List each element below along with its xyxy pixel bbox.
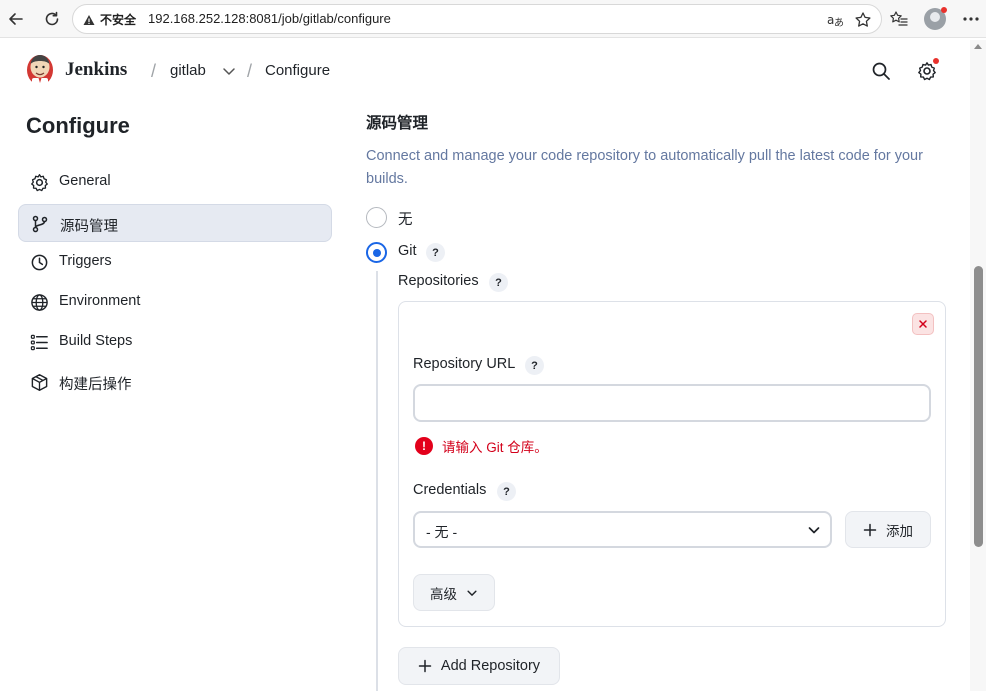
git-help-button[interactable]: ?: [426, 243, 445, 262]
notification-dot: [941, 7, 947, 13]
security-indicator[interactable]: 不安全: [83, 11, 136, 28]
advanced-button[interactable]: 高级: [413, 574, 495, 611]
manage-button[interactable]: [915, 58, 939, 83]
page-title: Configure: [26, 113, 130, 138]
add-repository-label: Add Repository: [440, 658, 541, 674]
close-icon: [919, 320, 927, 328]
sidebar-item-triggers[interactable]: Triggers: [18, 243, 332, 281]
sidebar-item-environment[interactable]: Environment: [18, 283, 332, 321]
scm-none-radio[interactable]: [366, 207, 387, 228]
jenkins-logo[interactable]: [24, 52, 56, 88]
scm-git-radio[interactable]: [366, 242, 387, 263]
browser-menu-button[interactable]: [959, 7, 983, 31]
scrollbar-thumb[interactable]: [974, 266, 983, 547]
brand-name[interactable]: Jenkins: [65, 59, 127, 81]
sidebar-item-label: 源码管理: [60, 219, 118, 235]
credentials-help-button[interactable]: ?: [497, 482, 516, 501]
chevron-down-icon[interactable]: [221, 63, 237, 79]
chevron-down-icon: [467, 590, 477, 596]
chevron-down-icon: [808, 527, 820, 534]
scm-git-label[interactable]: Git: [398, 243, 417, 259]
svg-text:あ: あ: [834, 17, 844, 29]
plus-icon: [418, 659, 432, 673]
sidebar-item-label: Build Steps: [59, 333, 133, 349]
advanced-label: 高级: [430, 586, 457, 602]
notification-dot: [933, 58, 939, 64]
profile-button[interactable]: [923, 7, 947, 31]
search-button[interactable]: [869, 59, 893, 83]
sidebar-item-label: Environment: [59, 293, 141, 309]
sidebar-item-build-steps[interactable]: Build Steps: [18, 323, 332, 361]
add-repository-button[interactable]: Add Repository: [398, 647, 560, 685]
arrow-left-icon: [9, 13, 23, 25]
star-icon: [855, 12, 871, 27]
timer-icon: [29, 252, 49, 272]
repositories-label: Repositories: [398, 273, 479, 289]
delete-repository-button[interactable]: [912, 313, 934, 335]
sidebar-item-label: General: [59, 173, 111, 189]
breadcrumb-separator: /: [247, 61, 253, 81]
favorites-list-icon: [890, 11, 908, 26]
address-bar[interactable]: 不安全 192.168.252.128:8081/job/gitlab/conf…: [72, 4, 882, 34]
insecure-label: 不安全: [100, 13, 137, 27]
browser-toolbar: 不安全 192.168.252.128:8081/job/gitlab/conf…: [0, 0, 986, 38]
gear-icon: [29, 172, 49, 192]
read-aloud-button[interactable]: aあ: [825, 10, 845, 30]
globe-icon: [29, 292, 49, 312]
more-horizontal-icon: [963, 17, 979, 21]
sidebar-item-general[interactable]: General: [18, 163, 332, 201]
validation-error: ! 请输入 Git 仓库。: [415, 436, 548, 456]
scroll-up-arrow[interactable]: [974, 44, 982, 49]
plus-icon: [863, 523, 877, 536]
scm-none-label[interactable]: 无: [398, 208, 413, 229]
source-branch-icon: [30, 214, 50, 234]
credentials-select[interactable]: - 无 -: [413, 511, 832, 548]
sidebar-item-label: Triggers: [59, 253, 112, 269]
gear-icon: [918, 62, 936, 81]
breadcrumb-job[interactable]: gitlab: [170, 62, 206, 79]
reload-button[interactable]: [40, 7, 64, 31]
credentials-label: Credentials: [413, 482, 487, 498]
warning-icon: [83, 14, 95, 25]
search-icon: [872, 62, 890, 80]
add-credentials-label: 添加: [886, 523, 913, 539]
repository-url-input[interactable]: [413, 384, 931, 422]
back-button[interactable]: [4, 7, 28, 31]
repository-url-help-button[interactable]: ?: [525, 356, 544, 375]
sidebar-item-label: 构建后操作: [59, 377, 132, 393]
list-icon: [29, 332, 49, 352]
breadcrumb-separator: /: [151, 61, 157, 81]
error-message: 请输入 Git 仓库。: [442, 440, 548, 455]
url-text[interactable]: 192.168.252.128:8081/job/gitlab/configur…: [148, 11, 391, 26]
error-icon: !: [415, 437, 433, 455]
reload-icon: [45, 11, 59, 26]
repositories-help-button[interactable]: ?: [489, 273, 508, 292]
add-credentials-button[interactable]: 添加: [845, 511, 931, 548]
credentials-selected-value: - 无 -: [426, 524, 458, 540]
read-aloud-icon: aあ: [827, 13, 844, 29]
package-icon: [29, 372, 49, 392]
breadcrumb-page[interactable]: Configure: [265, 62, 330, 79]
section-title: 源码管理: [366, 115, 429, 132]
jenkins-header: Jenkins / gitlab / Configure: [0, 39, 986, 103]
favorites-button[interactable]: [887, 7, 911, 31]
section-description: Connect and manage your code repository …: [366, 148, 923, 187]
git-section-line: [376, 271, 378, 691]
favorite-button[interactable]: [853, 10, 873, 30]
sidebar-item-post-build[interactable]: 构建后操作: [18, 363, 332, 401]
repository-url-label: Repository URL: [413, 356, 516, 372]
sidebar-item-source-code[interactable]: 源码管理: [18, 204, 332, 242]
